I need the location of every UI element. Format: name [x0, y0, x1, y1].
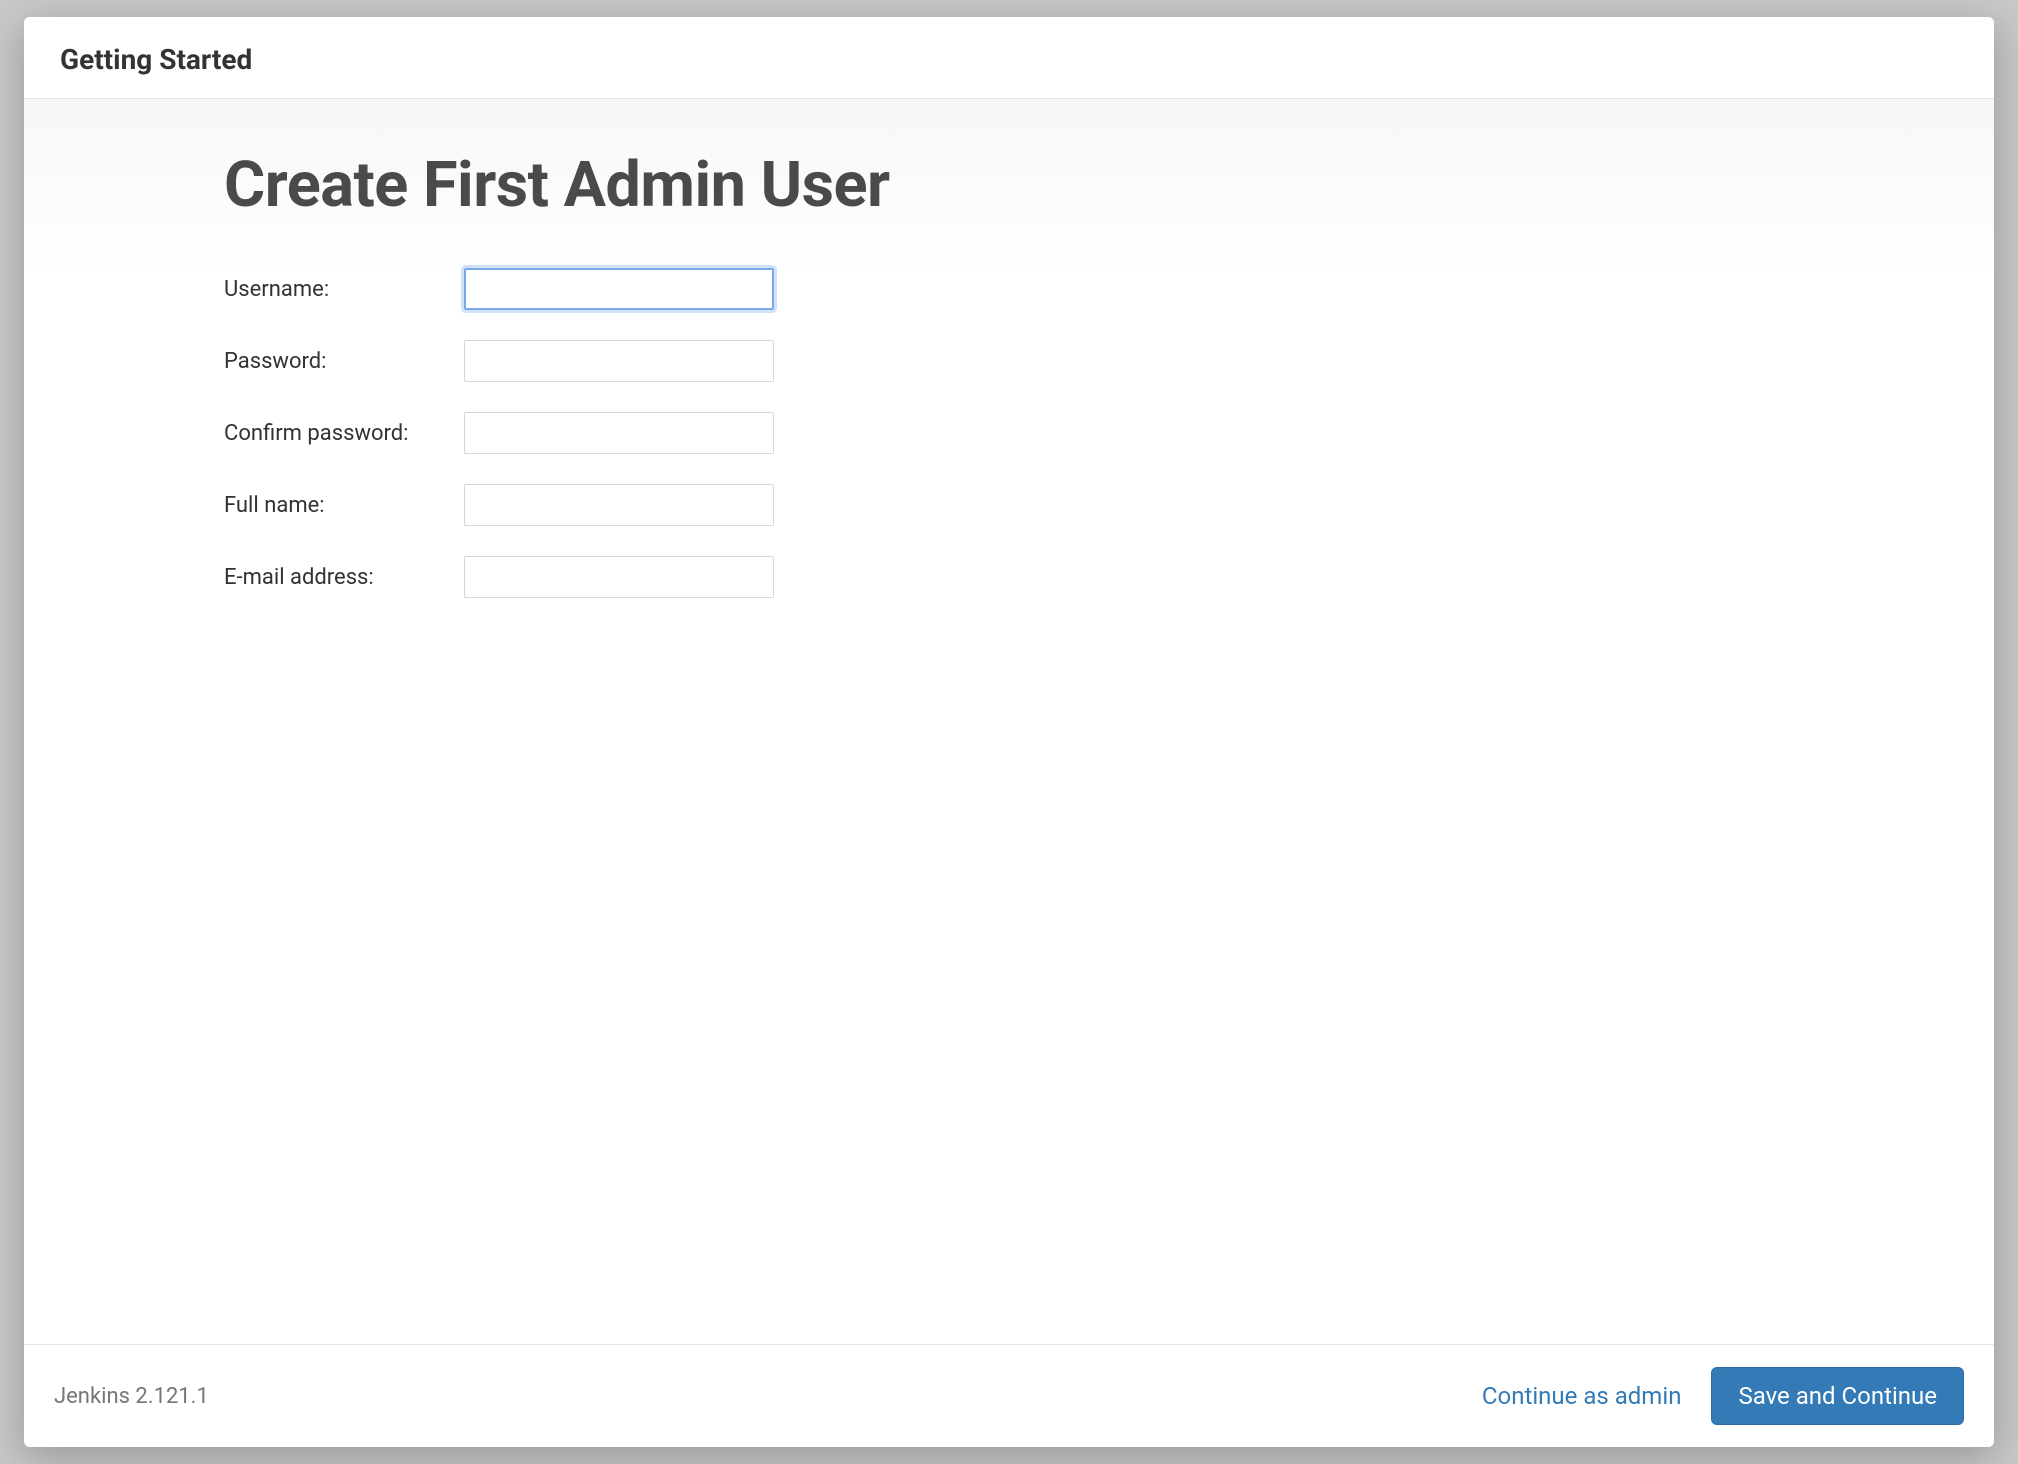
form-row-full-name: Full name: — [224, 484, 1944, 526]
form-row-username: Username: — [224, 268, 1944, 310]
form-row-password: Password: — [224, 340, 1944, 382]
modal-header: Getting Started — [24, 17, 1994, 99]
password-input[interactable] — [464, 340, 774, 382]
footer-actions: Continue as admin Save and Continue — [1482, 1367, 1964, 1425]
save-and-continue-button[interactable]: Save and Continue — [1711, 1367, 1964, 1425]
username-input[interactable] — [464, 268, 774, 310]
page-title: Create First Admin User — [224, 149, 1944, 222]
setup-wizard-modal: Getting Started Create First Admin User … — [24, 17, 1994, 1447]
modal-footer: Jenkins 2.121.1 Continue as admin Save a… — [24, 1344, 1994, 1447]
email-label: E-mail address: — [224, 565, 464, 590]
header-title: Getting Started — [60, 43, 1958, 76]
form-row-email: E-mail address: — [224, 556, 1944, 598]
full-name-input[interactable] — [464, 484, 774, 526]
modal-body: Create First Admin User Username: Passwo… — [24, 99, 1994, 1344]
form-row-confirm-password: Confirm password: — [224, 412, 1944, 454]
version-text: Jenkins 2.121.1 — [54, 1384, 209, 1409]
confirm-password-label: Confirm password: — [224, 421, 464, 446]
confirm-password-input[interactable] — [464, 412, 774, 454]
full-name-label: Full name: — [224, 493, 464, 518]
continue-as-admin-button[interactable]: Continue as admin — [1482, 1382, 1682, 1410]
password-label: Password: — [224, 349, 464, 374]
email-input[interactable] — [464, 556, 774, 598]
username-label: Username: — [224, 277, 464, 302]
